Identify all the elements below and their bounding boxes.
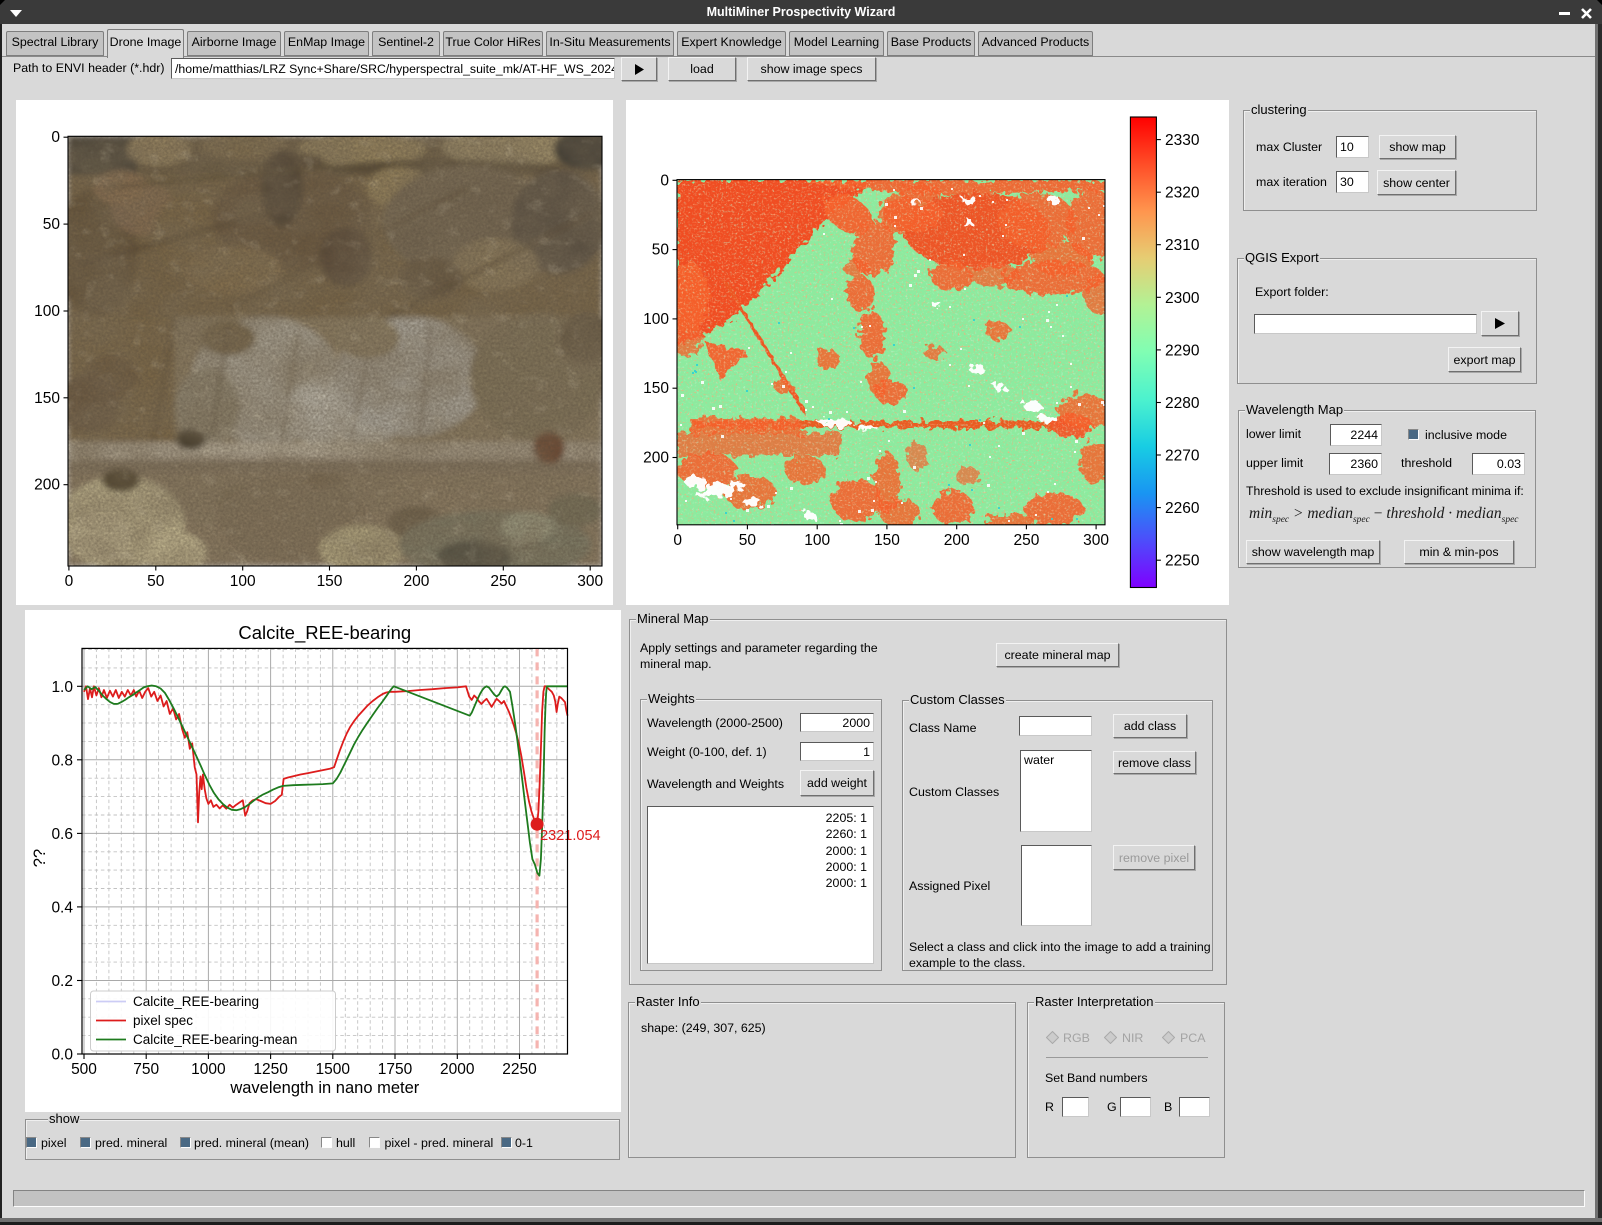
svg-text:2320: 2320 [1165,185,1200,202]
svg-text:Calcite_REE-bearing: Calcite_REE-bearing [238,622,411,644]
svg-text:wavelength in nano meter: wavelength in nano meter [229,1079,419,1097]
svg-text:200: 200 [34,477,60,494]
svg-text:2310: 2310 [1165,237,1200,254]
svg-text:50: 50 [147,573,165,590]
svg-text:100: 100 [804,532,830,549]
svg-text:2330: 2330 [1165,132,1200,149]
svg-text:2270: 2270 [1165,448,1200,465]
svg-text:0.2: 0.2 [51,973,73,990]
svg-text:1000: 1000 [191,1061,226,1078]
svg-text:2321.054: 2321.054 [540,828,600,844]
svg-text:Calcite_REE-bearing: Calcite_REE-bearing [133,994,259,1009]
svg-text:200: 200 [944,532,970,549]
svg-text:2000: 2000 [440,1061,475,1078]
svg-text:??: ?? [31,849,49,867]
svg-text:Calcite_REE-bearing-mean: Calcite_REE-bearing-mean [133,1032,297,1047]
svg-text:2260: 2260 [1165,500,1200,517]
svg-text:1750: 1750 [378,1061,413,1078]
svg-text:50: 50 [652,242,670,259]
svg-text:750: 750 [133,1061,159,1078]
svg-text:500: 500 [71,1061,97,1078]
svg-text:150: 150 [874,532,900,549]
svg-text:2250: 2250 [1165,553,1200,570]
svg-text:300: 300 [1083,532,1109,549]
svg-text:2250: 2250 [502,1061,537,1078]
svg-text:250: 250 [490,573,516,590]
svg-text:200: 200 [403,573,429,590]
svg-text:100: 100 [230,573,256,590]
svg-text:100: 100 [34,303,60,320]
svg-text:0: 0 [660,172,669,189]
svg-text:0: 0 [673,532,682,549]
svg-text:0.6: 0.6 [51,826,73,843]
svg-text:0: 0 [65,573,74,590]
svg-text:pixel spec: pixel spec [133,1013,193,1028]
svg-text:150: 150 [643,380,669,397]
svg-text:150: 150 [34,390,60,407]
svg-text:2280: 2280 [1165,395,1200,412]
svg-text:150: 150 [317,573,343,590]
svg-text:2300: 2300 [1165,290,1200,307]
svg-text:100: 100 [643,311,669,328]
svg-text:0: 0 [51,129,60,146]
svg-text:300: 300 [577,573,603,590]
svg-text:0.8: 0.8 [51,752,73,769]
svg-text:2290: 2290 [1165,342,1200,359]
svg-text:250: 250 [1013,532,1039,549]
svg-text:1500: 1500 [316,1061,351,1078]
svg-text:50: 50 [43,216,61,233]
svg-text:1250: 1250 [253,1061,288,1078]
svg-text:200: 200 [643,450,669,467]
svg-text:1.0: 1.0 [51,679,73,696]
svg-text:0.4: 0.4 [51,899,73,916]
svg-text:0.0: 0.0 [51,1047,73,1064]
svg-text:50: 50 [739,532,757,549]
